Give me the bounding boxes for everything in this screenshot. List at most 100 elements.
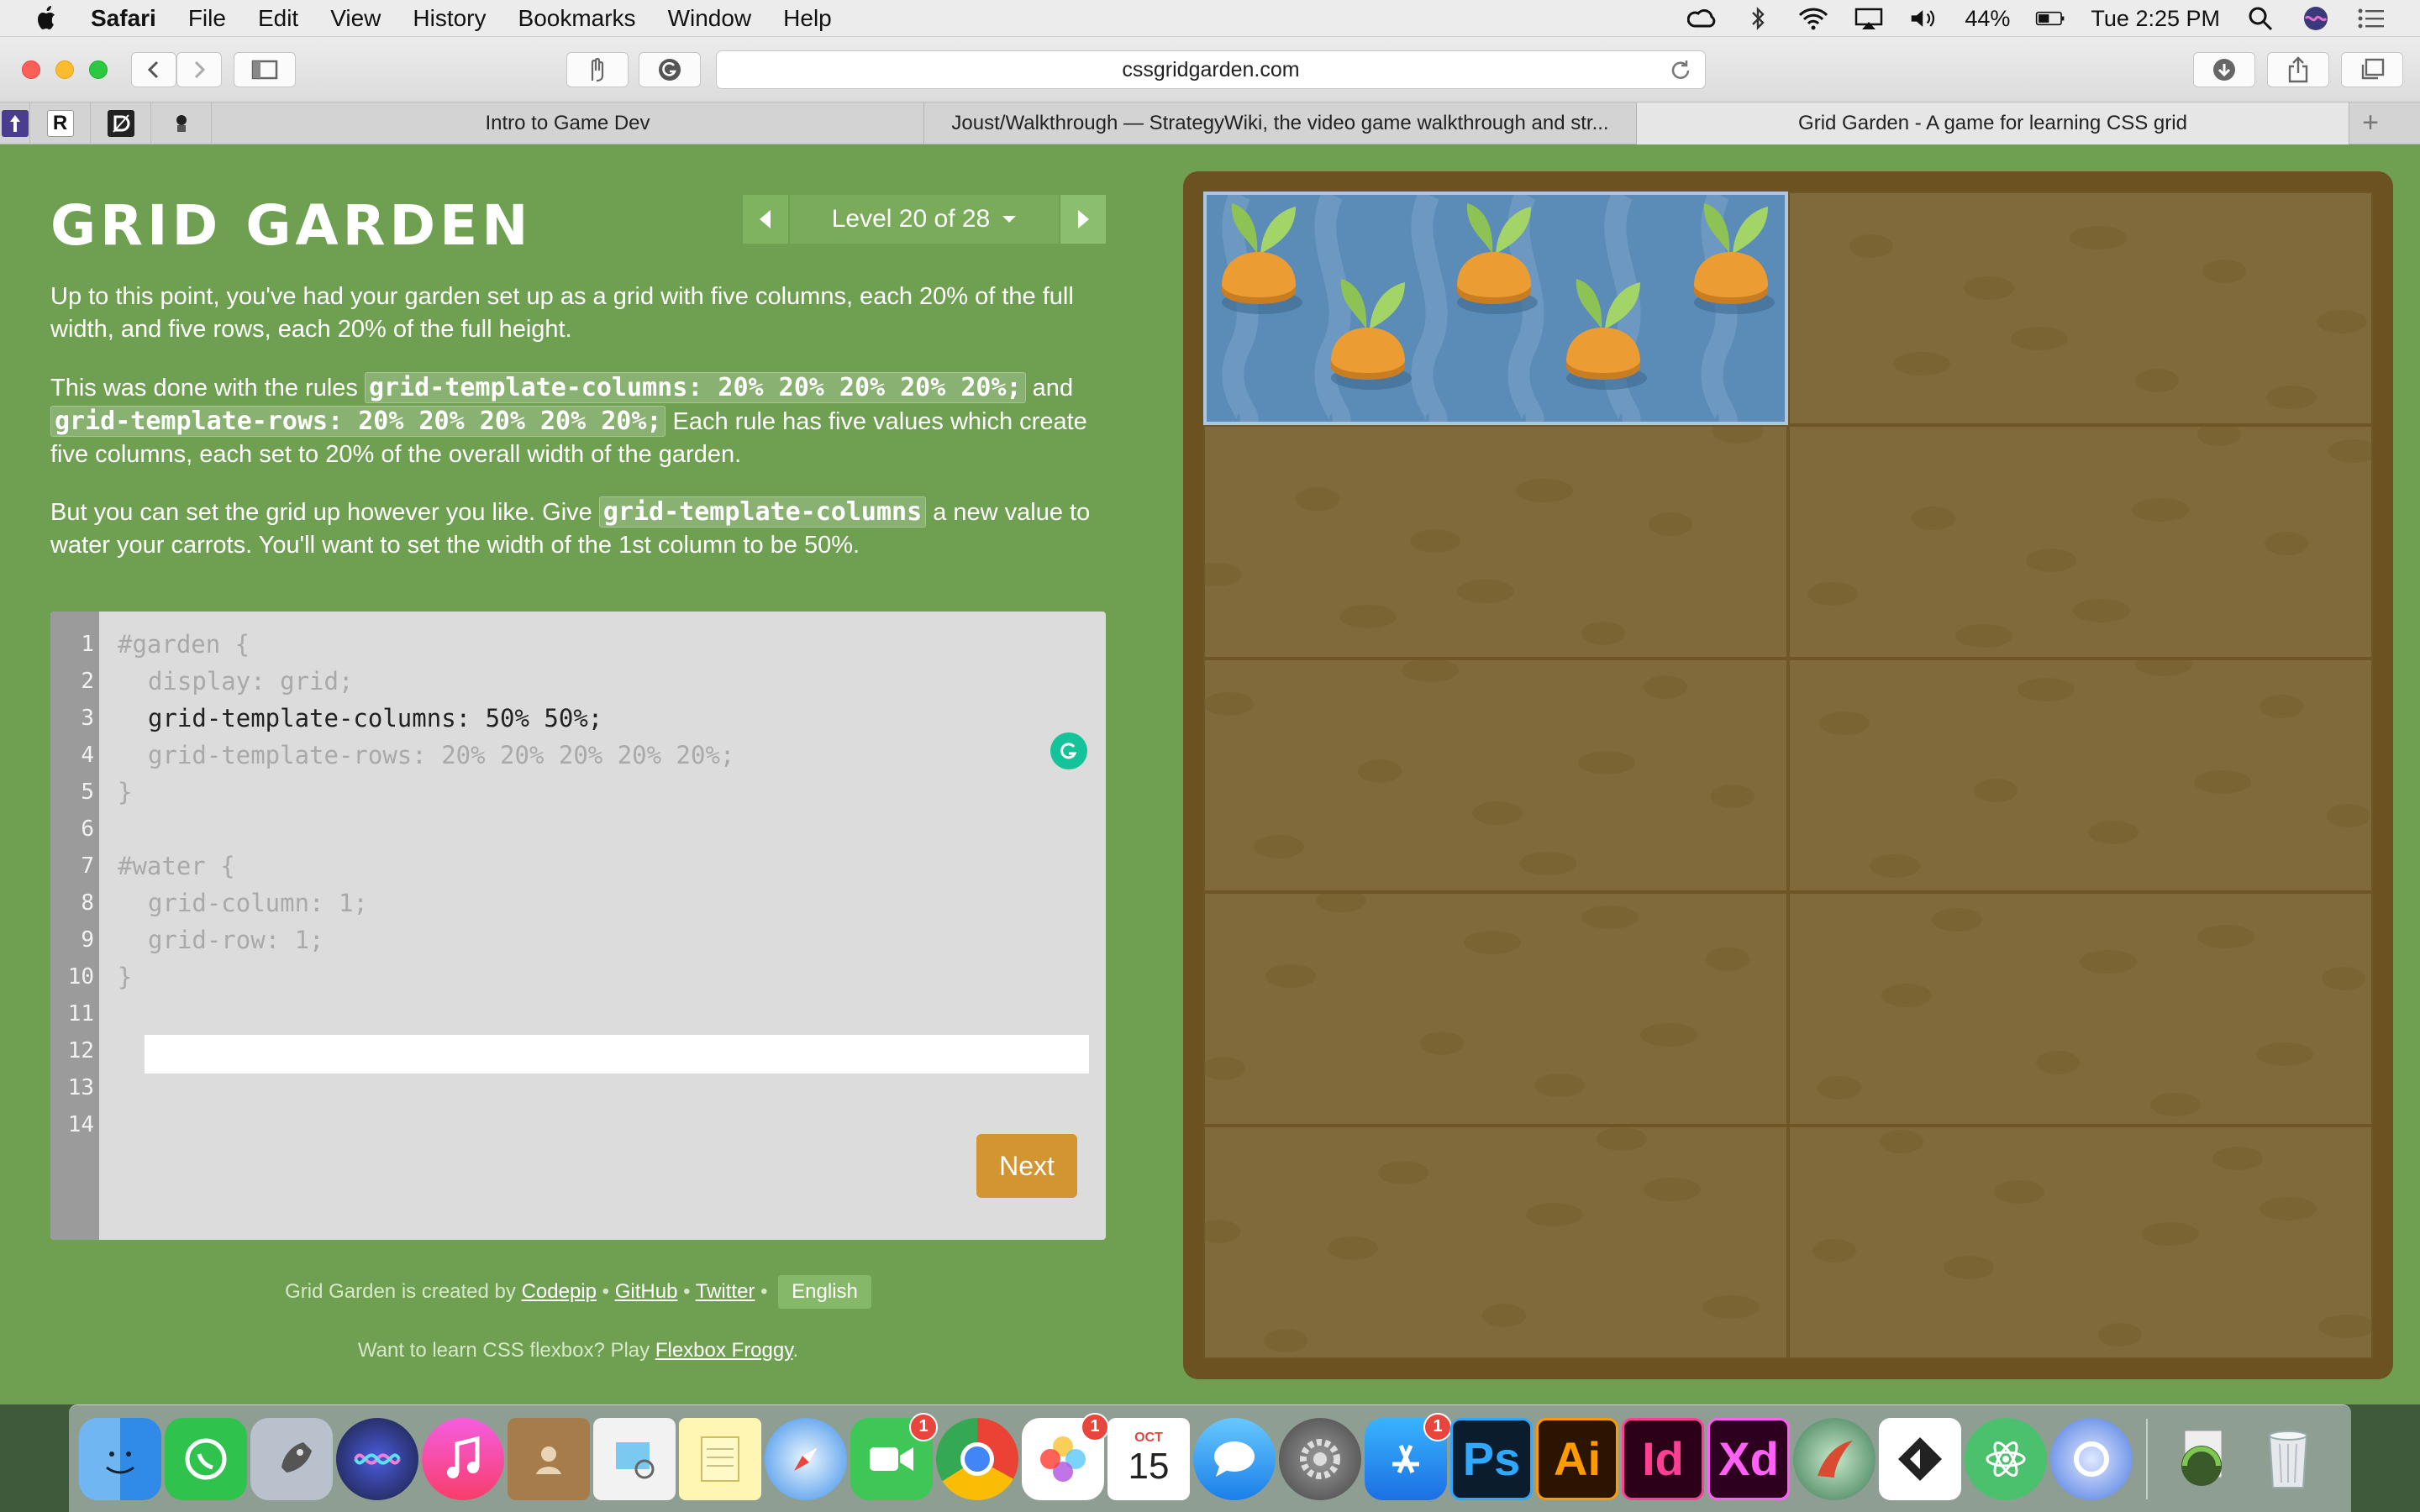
grid-garden-page: GRID GARDEN Level 20 of 28 Up to this po…: [0, 144, 2420, 1404]
tab-bar: R Intro to Game Dev Joust/Walkthrough — …: [0, 102, 2420, 144]
downloads-stack-icon[interactable]: [2161, 1418, 2244, 1500]
menu-history[interactable]: History: [413, 5, 486, 32]
notes-icon[interactable]: [679, 1417, 761, 1500]
menu-app-safari[interactable]: Safari: [91, 5, 156, 32]
twitter-link[interactable]: Twitter: [696, 1280, 755, 1303]
photos-icon[interactable]: 1: [1022, 1412, 1109, 1500]
trash-icon[interactable]: [2247, 1418, 2329, 1500]
volume-icon[interactable]: [1909, 6, 1939, 31]
itunes-icon[interactable]: [422, 1417, 504, 1500]
soil-cell: [1788, 892, 2373, 1126]
downloads-button[interactable]: [2193, 52, 2255, 87]
menu-file[interactable]: File: [188, 5, 226, 32]
line-number: 2: [81, 669, 94, 694]
next-level-button[interactable]: [1060, 195, 1106, 244]
plus-icon: +: [2362, 107, 2379, 139]
soil-cell: [1788, 425, 2373, 659]
spotlight-search-icon[interactable]: [2245, 6, 2275, 31]
page-title: GRID GARDEN: [50, 193, 533, 258]
messages-icon[interactable]: [1193, 1417, 1276, 1500]
macos-menu-bar: Safari File Edit View History Bookmarks …: [0, 0, 2420, 37]
calendar-icon[interactable]: OCT 15: [1107, 1417, 1190, 1500]
pinned-tab-4[interactable]: [151, 102, 212, 144]
notification-center-icon[interactable]: [2356, 6, 2386, 31]
whatsapp-icon[interactable]: [165, 1417, 247, 1500]
siri-icon[interactable]: [2301, 6, 2331, 31]
share-button[interactable]: [2267, 52, 2329, 87]
extension-button[interactable]: [566, 52, 629, 87]
indesign-icon[interactable]: Id: [1622, 1417, 1704, 1500]
tab-intro-to-game-dev[interactable]: Intro to Game Dev: [212, 102, 924, 144]
github-link[interactable]: GitHub: [615, 1280, 678, 1303]
safari-dock-icon[interactable]: [765, 1417, 847, 1500]
system-preferences-icon[interactable]: [1279, 1417, 1361, 1500]
illustrator-icon[interactable]: Ai: [1536, 1417, 1618, 1500]
grammarly-icon[interactable]: [1050, 732, 1087, 769]
sidebar-toggle-button[interactable]: [234, 52, 296, 87]
bluetooth-icon[interactable]: [1743, 6, 1773, 31]
code-line-3-active: grid-template-columns: 50% 50%;: [148, 704, 603, 732]
contacts-icon[interactable]: [508, 1417, 590, 1500]
facetime-icon[interactable]: 1: [850, 1412, 938, 1500]
battery-percent: 44%: [1965, 5, 2011, 31]
reload-icon[interactable]: [1668, 58, 1693, 83]
line-number: 6: [81, 816, 94, 842]
new-tab-button[interactable]: +: [2349, 102, 2391, 144]
credits-line: Grid Garden is created by Codepip • GitH…: [50, 1275, 1106, 1309]
address-bar-url: cssgridgarden.com: [1122, 57, 1300, 81]
siri-dock-icon[interactable]: [336, 1417, 418, 1500]
menu-bookmarks[interactable]: Bookmarks: [518, 5, 636, 32]
tab-overview-button[interactable]: [2341, 52, 2403, 87]
window-minimize-button[interactable]: [55, 60, 74, 79]
creative-cloud-icon[interactable]: [1687, 6, 1718, 31]
code-line-2: display: grid;: [148, 667, 354, 696]
line-number: 10: [67, 964, 94, 990]
chrome-canary-icon[interactable]: [2050, 1417, 2133, 1500]
level-indicator: Level 20 of 28: [831, 205, 991, 233]
flexbox-froggy-link[interactable]: Flexbox Froggy: [655, 1339, 793, 1362]
language-selector[interactable]: English: [778, 1275, 871, 1309]
adobe-xd-icon[interactable]: Xd: [1707, 1417, 1790, 1500]
preview-icon[interactable]: [593, 1417, 676, 1500]
airplay-icon[interactable]: [1854, 6, 1884, 31]
menu-edit[interactable]: Edit: [258, 5, 298, 32]
pinned-tab-3[interactable]: [91, 102, 151, 144]
instruction-paragraph-2: This was done with the rules grid-templa…: [50, 371, 1109, 471]
window-close-button[interactable]: [22, 60, 40, 79]
battery-icon[interactable]: [2035, 6, 2065, 31]
wifi-icon[interactable]: [1798, 6, 1828, 31]
tab-joust-walkthrough[interactable]: Joust/Walkthrough — StrategyWiki, the vi…: [924, 102, 1637, 144]
sketchup-icon[interactable]: [1793, 1417, 1876, 1500]
soil-cell: [1788, 192, 2373, 425]
code-line-7: #water {: [118, 852, 235, 880]
codepip-link[interactable]: Codepip: [522, 1280, 597, 1303]
atom-icon[interactable]: [1965, 1417, 2047, 1500]
line-number: 5: [81, 780, 94, 805]
triangle-right-icon: [1078, 210, 1089, 228]
window-zoom-button[interactable]: [89, 60, 108, 79]
tab-grid-garden[interactable]: Grid Garden - A game for learning CSS gr…: [1637, 102, 2349, 144]
promo-text: Want to learn CSS flexbox? Play: [357, 1339, 650, 1362]
menu-view[interactable]: View: [330, 5, 381, 32]
css-answer-input[interactable]: [145, 1035, 1089, 1074]
apple-menu-icon[interactable]: [35, 5, 60, 32]
pinned-tab-1[interactable]: [0, 102, 30, 144]
grammarly-extension-button[interactable]: [639, 52, 701, 87]
next-button[interactable]: Next: [976, 1134, 1077, 1198]
back-button[interactable]: [131, 52, 176, 87]
finder-icon[interactable]: [79, 1417, 161, 1500]
app-store-icon[interactable]: 1: [1365, 1412, 1452, 1500]
address-bar[interactable]: cssgridgarden.com: [716, 50, 1706, 89]
menu-window[interactable]: Window: [668, 5, 752, 32]
menu-clock[interactable]: Tue 2:25 PM: [2091, 6, 2220, 32]
gamemaker-icon[interactable]: [1879, 1417, 1961, 1500]
level-dropdown[interactable]: Level 20 of 28: [790, 195, 1059, 244]
pinned-tab-2[interactable]: R: [30, 102, 91, 144]
line-number: 8: [81, 890, 94, 916]
chrome-icon[interactable]: [936, 1417, 1018, 1500]
forward-button[interactable]: [176, 52, 222, 87]
menu-help[interactable]: Help: [783, 5, 832, 32]
previous-level-button[interactable]: [743, 195, 788, 244]
launchpad-icon[interactable]: [250, 1417, 333, 1500]
photoshop-icon[interactable]: Ps: [1450, 1417, 1533, 1500]
